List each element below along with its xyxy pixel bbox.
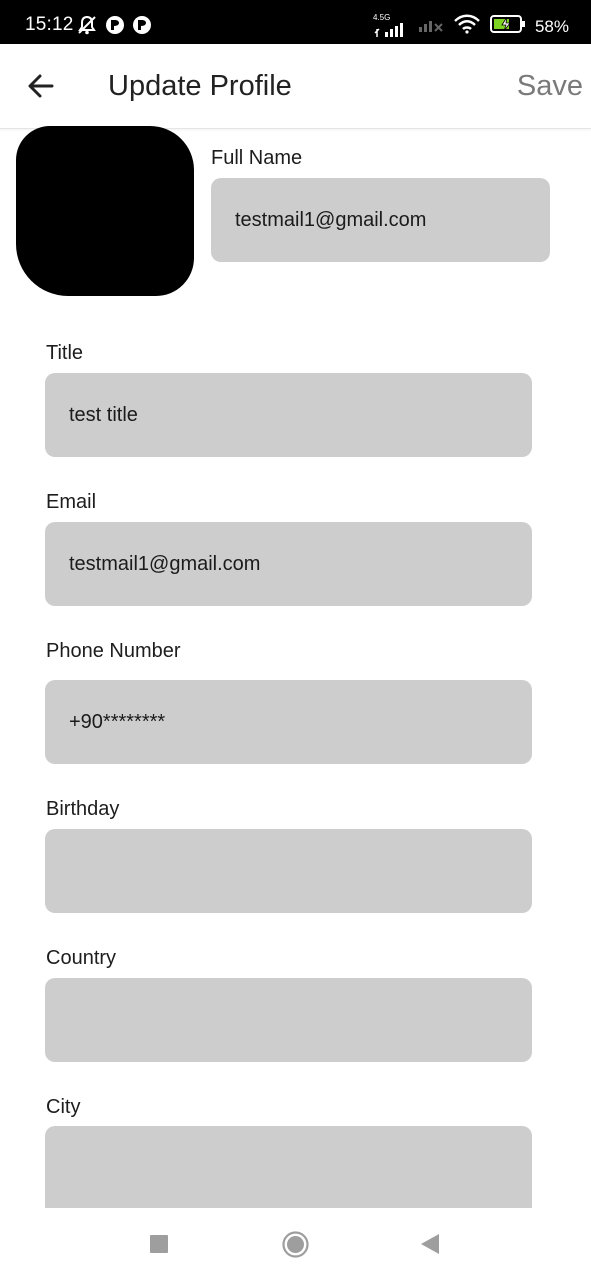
battery-percent: 58% [534, 16, 569, 36]
app-bar: Update Profile Save [0, 44, 591, 129]
system-nav-bar [0, 1208, 591, 1280]
save-button[interactable]: Save [517, 70, 583, 103]
title-label: Title [46, 342, 84, 364]
country-label: Country [46, 947, 117, 969]
no-signal-icon [418, 14, 444, 39]
country-input[interactable] [45, 978, 532, 1062]
city-label: City [46, 1096, 81, 1118]
title-input[interactable]: test title [45, 373, 532, 457]
app-notification-icon [105, 15, 125, 40]
app-notification-icon [132, 15, 152, 40]
phone-number-label: Phone Number [46, 640, 181, 662]
square-icon [150, 1235, 168, 1257]
nav-home-button[interactable] [282, 1231, 309, 1263]
email-input[interactable]: testmail1@gmail.com [45, 522, 532, 606]
muted-bell-icon [76, 14, 98, 41]
battery-charging-icon [489, 14, 526, 39]
circle-icon [282, 1231, 309, 1262]
city-input[interactable] [45, 1126, 532, 1208]
status-time: 15:12 [25, 14, 74, 35]
full-name-label: Full Name [211, 147, 303, 169]
birthday-input[interactable] [45, 829, 532, 913]
email-label: Email [46, 491, 97, 513]
birthday-label: Birthday [46, 798, 120, 820]
phone-number-input[interactable]: +90******** [45, 680, 532, 764]
full-name-input[interactable]: testmail1@gmail.com [211, 178, 550, 262]
back-button[interactable] [22, 68, 62, 104]
page-title: Update Profile [108, 70, 292, 102]
profile-avatar[interactable] [16, 126, 194, 296]
cellular-signal-icon: 4.5G [373, 13, 409, 37]
status-bar: 15:12 4.5G 58% [0, 0, 591, 44]
nav-back-button[interactable] [420, 1233, 440, 1260]
triangle-back-icon [420, 1234, 440, 1259]
nav-recents-button[interactable] [150, 1235, 168, 1258]
wifi-icon [453, 14, 481, 39]
arrow-left-icon [22, 74, 62, 108]
